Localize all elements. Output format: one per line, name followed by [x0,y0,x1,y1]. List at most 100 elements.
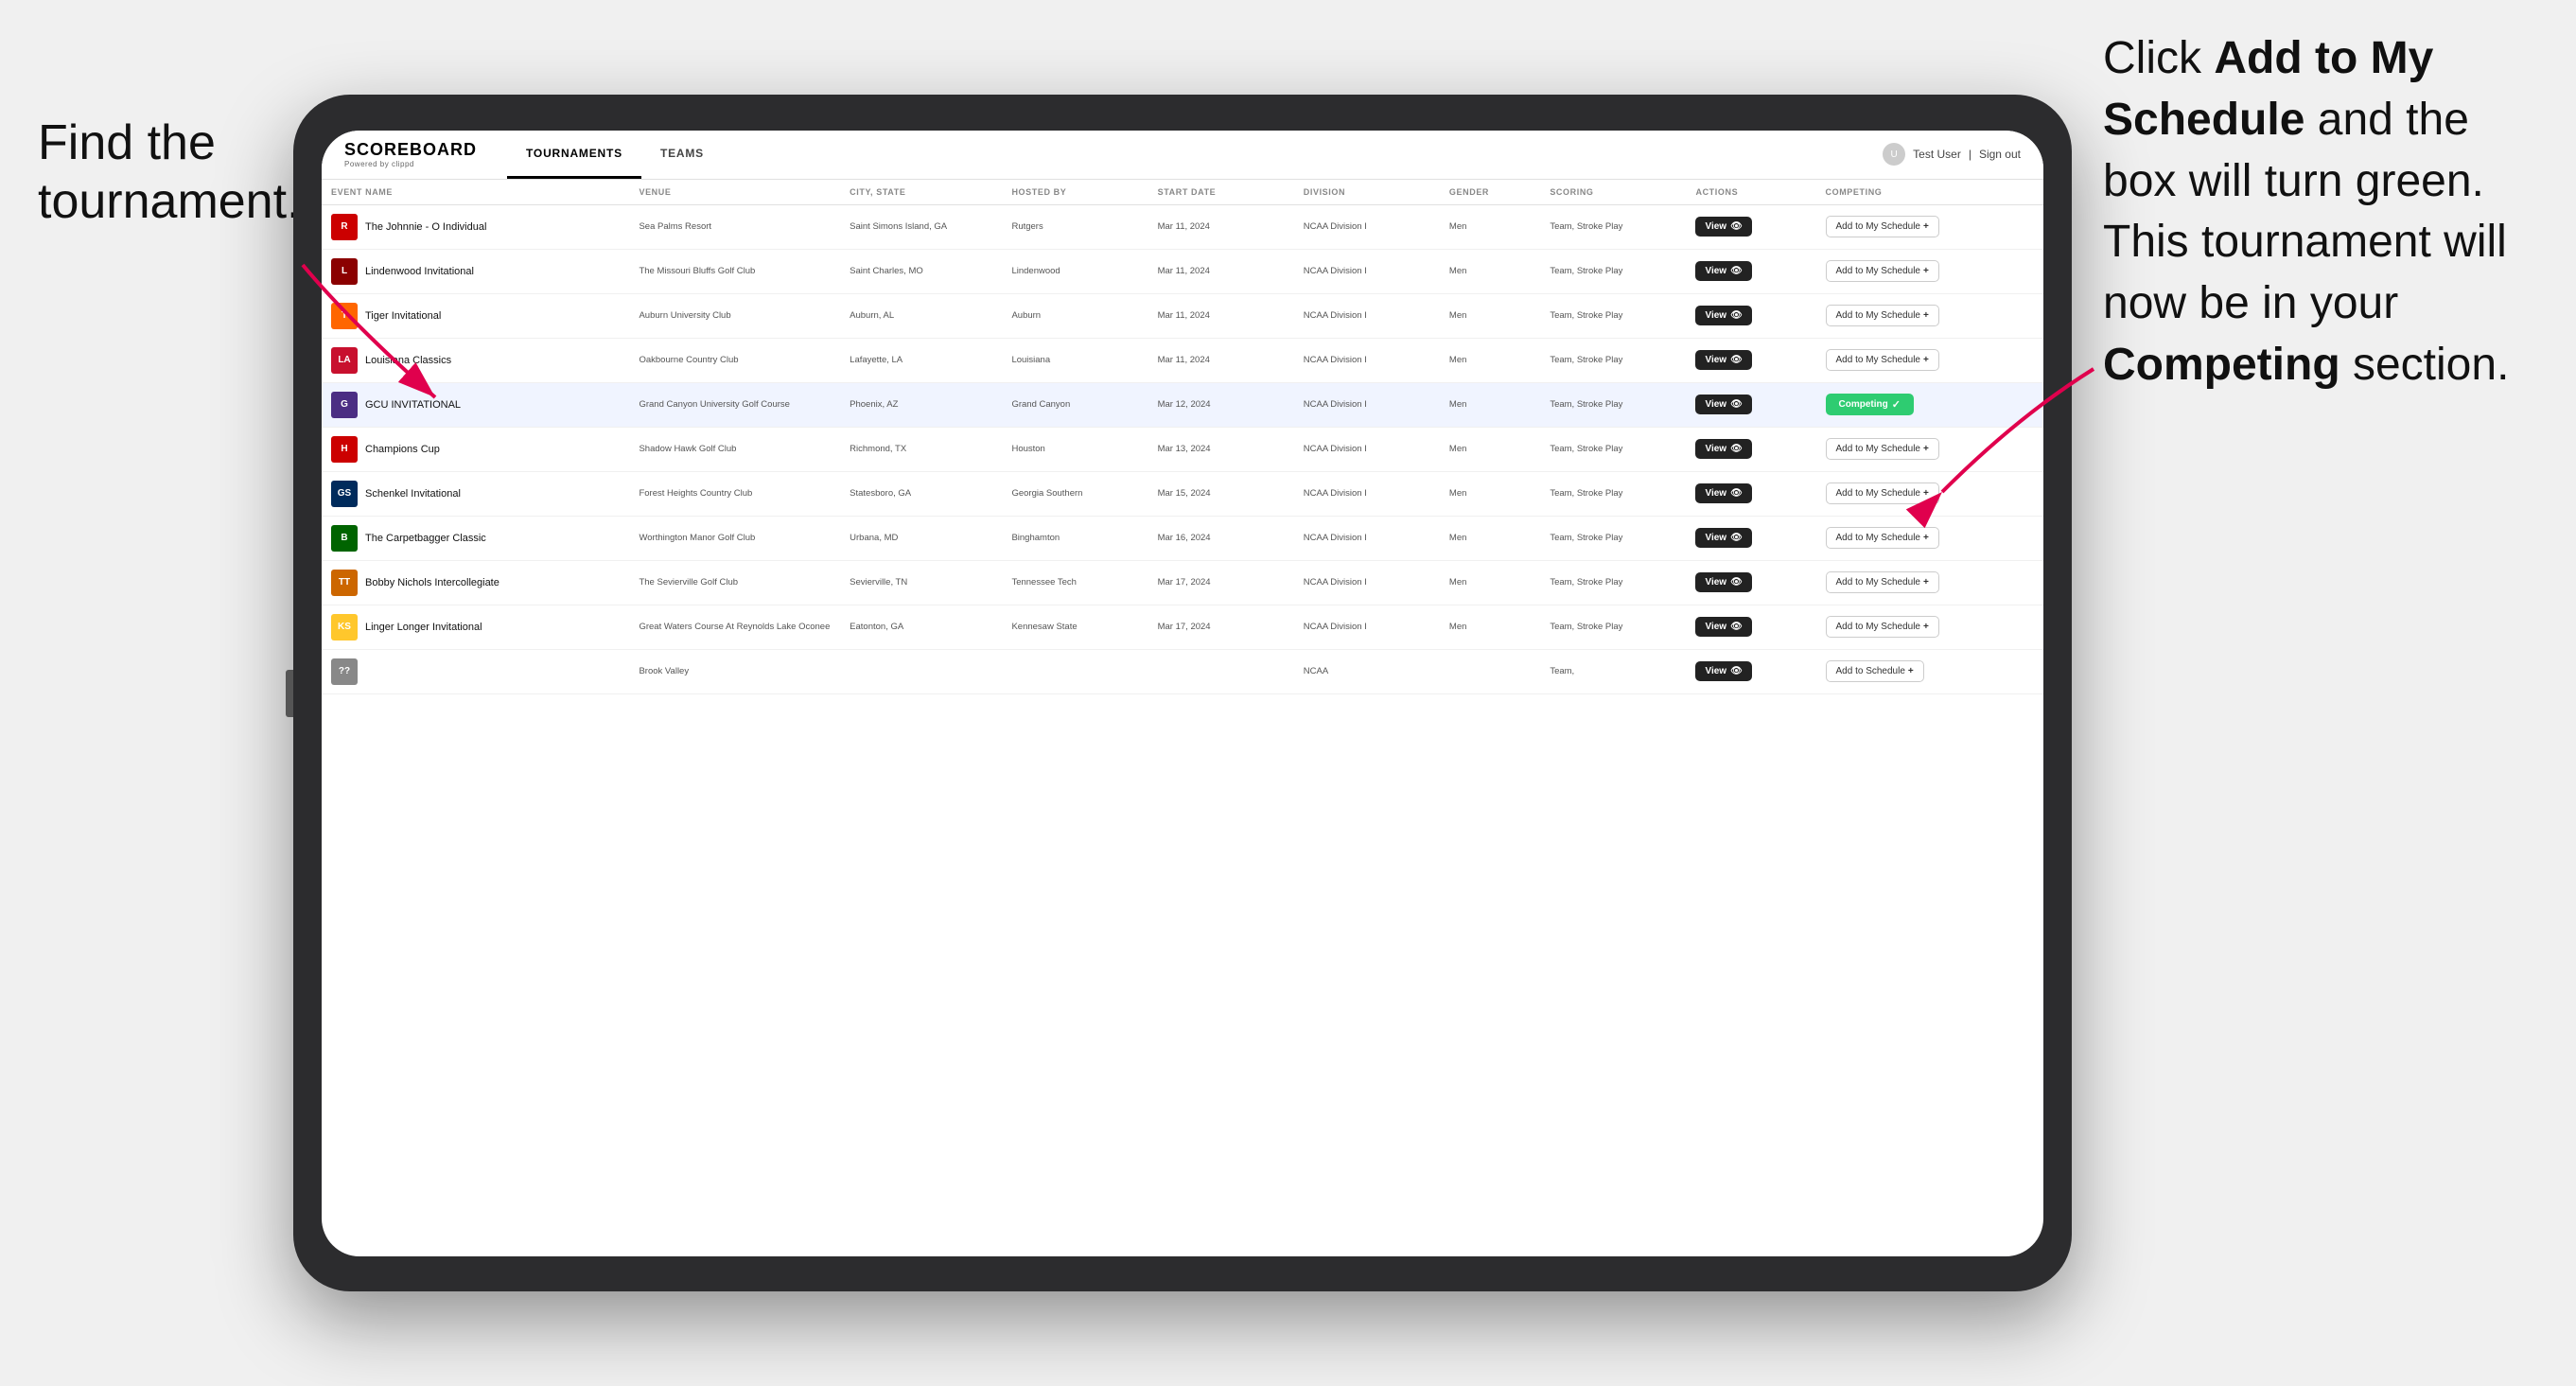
event-name: The Carpetbagger Classic [365,533,486,544]
competing-cell: Add to My Schedule + [1816,249,2044,293]
annotation-left: Find the tournament. [38,114,284,232]
header-competing: COMPETING [1816,180,2044,205]
city-cell: Lafayette, LA [840,338,1002,382]
competing-cell: Add to Schedule + [1816,649,2044,693]
add-to-schedule-button[interactable]: Add to My Schedule + [1826,260,1939,282]
team-logo: B [331,525,358,552]
scoring-cell: Team, Stroke Play [1540,471,1686,516]
add-to-schedule-button[interactable]: Add to My Schedule + [1826,616,1939,638]
date-cell [1148,649,1294,693]
scoring-cell: Team, Stroke Play [1540,338,1686,382]
gender-cell: Men [1440,204,1540,249]
scoring-cell: Team, Stroke Play [1540,293,1686,338]
division-cell: NCAA Division I [1294,516,1440,560]
venue-cell: The Sevierville Golf Club [629,560,840,605]
header-hosted: HOSTED BY [1002,180,1148,205]
team-logo: ?? [331,658,358,685]
view-button[interactable]: View 👁 [1695,261,1751,281]
table-row: GGCU INVITATIONALGrand Canyon University… [322,382,2043,427]
add-to-schedule-button[interactable]: Add to My Schedule + [1826,305,1939,326]
competing-cell: Add to My Schedule + [1816,471,2044,516]
view-button[interactable]: View 👁 [1695,350,1751,370]
view-button[interactable]: View 👁 [1695,617,1751,637]
tab-tournaments[interactable]: TOURNAMENTS [507,131,641,179]
venue-cell: Great Waters Course At Reynolds Lake Oco… [629,605,840,649]
date-cell: Mar 11, 2024 [1148,338,1294,382]
actions-cell: View 👁 [1686,204,1815,249]
city-cell [840,649,1002,693]
city-cell: Sevierville, TN [840,560,1002,605]
table-container: EVENT NAME VENUE CITY, STATE HOSTED BY S… [322,180,2043,1256]
competing-cell: Add to My Schedule + [1816,427,2044,471]
add-to-schedule-button[interactable]: Add to My Schedule + [1826,482,1939,504]
venue-cell: Brook Valley [629,649,840,693]
actions-cell: View 👁 [1686,560,1815,605]
add-to-schedule-button[interactable]: Add to My Schedule + [1826,438,1939,460]
add-to-schedule-button[interactable]: Add to My Schedule + [1826,216,1939,237]
scoring-cell: Team, Stroke Play [1540,516,1686,560]
division-cell: NCAA Division I [1294,249,1440,293]
gender-cell: Men [1440,382,1540,427]
gender-cell: Men [1440,293,1540,338]
event-name: Linger Longer Invitational [365,622,482,633]
date-cell: Mar 15, 2024 [1148,471,1294,516]
venue-cell: Auburn University Club [629,293,840,338]
view-button[interactable]: View 👁 [1695,439,1751,459]
tab-teams[interactable]: TEAMS [641,131,723,179]
city-cell: Urbana, MD [840,516,1002,560]
date-cell: Mar 11, 2024 [1148,204,1294,249]
view-button[interactable]: View 👁 [1695,217,1751,237]
competing-cell: Add to My Schedule + [1816,293,2044,338]
view-button[interactable]: View 👁 [1695,572,1751,592]
add-to-schedule-button[interactable]: Add to Schedule + [1826,660,1924,682]
date-cell: Mar 13, 2024 [1148,427,1294,471]
logo-text: SCOREBOARD [344,140,477,160]
add-to-schedule-button[interactable]: Add to My Schedule + [1826,349,1939,371]
tournaments-table: EVENT NAME VENUE CITY, STATE HOSTED BY S… [322,180,2043,694]
view-button[interactable]: View 👁 [1695,395,1751,414]
add-to-schedule-button[interactable]: Add to My Schedule + [1826,571,1939,593]
division-cell: NCAA Division I [1294,338,1440,382]
signout-link[interactable]: Sign out [1979,148,2021,161]
tablet-side-button [286,670,293,717]
header-date: START DATE [1148,180,1294,205]
venue-cell: Forest Heights Country Club [629,471,840,516]
gender-cell: Men [1440,249,1540,293]
competing-button[interactable]: Competing ✓ [1826,394,1914,415]
add-to-schedule-button[interactable]: Add to My Schedule + [1826,527,1939,549]
navbar: SCOREBOARD Powered by clippd TOURNAMENTS… [322,131,2043,180]
tablet-frame: SCOREBOARD Powered by clippd TOURNAMENTS… [293,95,2072,1291]
venue-cell: Worthington Manor Golf Club [629,516,840,560]
city-cell: Saint Simons Island, GA [840,204,1002,249]
header-scoring: SCORING [1540,180,1686,205]
table-row: RThe Johnnie - O IndividualSea Palms Res… [322,204,2043,249]
hosted-cell: Rutgers [1002,204,1148,249]
gender-cell: Men [1440,560,1540,605]
event-name: Tiger Invitational [365,310,441,322]
table-row: TTBobby Nichols IntercollegiateThe Sevie… [322,560,2043,605]
actions-cell: View 👁 [1686,471,1815,516]
view-button[interactable]: View 👁 [1695,306,1751,325]
team-logo: R [331,214,358,240]
date-cell: Mar 11, 2024 [1148,249,1294,293]
header-city: CITY, STATE [840,180,1002,205]
table-row: LLindenwood InvitationalThe Missouri Blu… [322,249,2043,293]
team-logo: GS [331,481,358,507]
scoring-cell: Team, Stroke Play [1540,560,1686,605]
event-name: Lindenwood Invitational [365,266,474,277]
actions-cell: View 👁 [1686,293,1815,338]
hosted-cell: Auburn [1002,293,1148,338]
hosted-cell: Georgia Southern [1002,471,1148,516]
gender-cell: Men [1440,605,1540,649]
view-button[interactable]: View 👁 [1695,661,1751,681]
competing-cell: Add to My Schedule + [1816,204,2044,249]
venue-cell: Oakbourne Country Club [629,338,840,382]
nav-divider: | [1969,148,1971,161]
competing-cell: Add to My Schedule + [1816,338,2044,382]
actions-cell: View 👁 [1686,605,1815,649]
actions-cell: View 👁 [1686,427,1815,471]
actions-cell: View 👁 [1686,249,1815,293]
view-button[interactable]: View 👁 [1695,528,1751,548]
team-logo: T [331,303,358,329]
view-button[interactable]: View 👁 [1695,483,1751,503]
